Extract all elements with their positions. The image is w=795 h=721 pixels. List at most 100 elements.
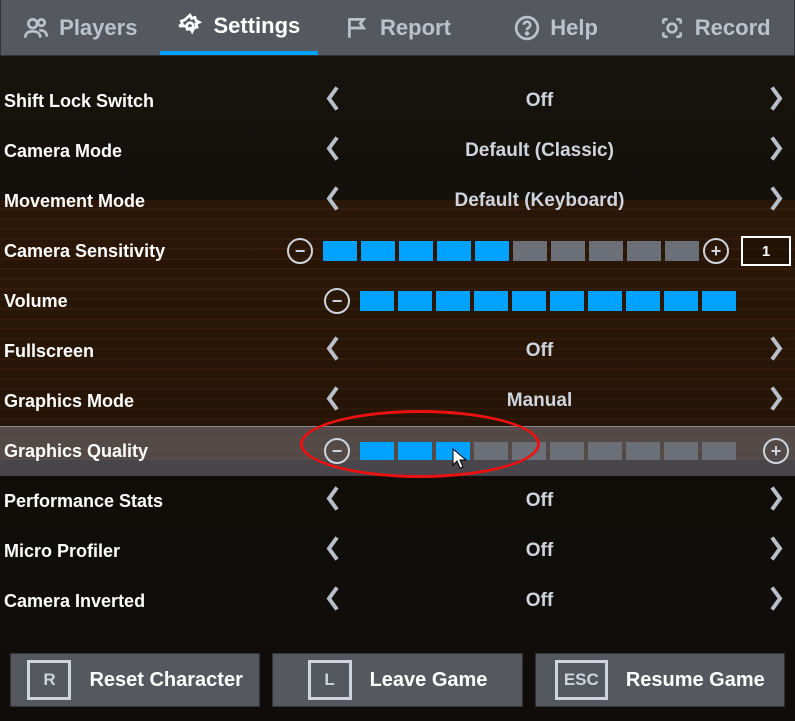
slider-tick[interactable] (588, 442, 622, 460)
minus-button[interactable]: − (324, 288, 350, 314)
slider-tick[interactable] (550, 291, 584, 311)
tab-label: Report (380, 15, 451, 41)
slider-tick[interactable] (360, 291, 394, 311)
slider-tick[interactable] (588, 291, 622, 311)
row-camera-sensitivity: Camera Sensitivity − + 1 (0, 226, 795, 276)
button-label: Resume Game (626, 669, 765, 692)
setting-value: Off (526, 540, 553, 562)
slider-tick[interactable] (437, 241, 471, 261)
chevron-right-icon[interactable] (767, 585, 785, 618)
button-label: Leave Game (370, 669, 488, 692)
slider-tick[interactable] (323, 241, 357, 261)
slider-graphics-quality[interactable] (360, 442, 736, 460)
flag-icon (344, 15, 370, 41)
tab-label: Help (550, 15, 598, 41)
chevron-right-icon[interactable] (767, 385, 785, 418)
setting-label: Micro Profiler (4, 541, 324, 562)
chevron-right-icon[interactable] (767, 485, 785, 518)
chevron-left-icon[interactable] (324, 335, 342, 368)
slider-tick[interactable] (664, 291, 698, 311)
slider-tick[interactable] (664, 442, 698, 460)
tab-label: Players (59, 15, 137, 41)
setting-value: Default (Classic) (465, 140, 614, 162)
tab-label: Settings (213, 13, 300, 39)
setting-label: Fullscreen (4, 341, 324, 362)
slider-tick[interactable] (627, 241, 661, 261)
tab-record[interactable]: Record (635, 0, 794, 55)
tab-label: Record (695, 15, 771, 41)
slider-tick[interactable] (512, 442, 546, 460)
leave-game-button[interactable]: L Leave Game (272, 653, 522, 707)
setting-label: Camera Mode (4, 141, 324, 162)
tab-help[interactable]: Help (477, 0, 636, 55)
slider-tick[interactable] (399, 241, 433, 261)
plus-button[interactable]: + (703, 238, 729, 264)
slider-tick[interactable] (550, 442, 584, 460)
chevron-left-icon[interactable] (324, 485, 342, 518)
slider-tick[interactable] (360, 442, 394, 460)
tab-report[interactable]: Report (318, 0, 477, 55)
setting-label: Graphics Quality (4, 441, 324, 462)
chevron-right-icon[interactable] (767, 535, 785, 568)
chevron-left-icon[interactable] (324, 85, 342, 118)
slider-tick[interactable] (398, 291, 432, 311)
slider-tick[interactable] (361, 241, 395, 261)
row-graphics-quality: Graphics Quality − + (0, 426, 795, 476)
question-icon (514, 15, 540, 41)
setting-value: Off (526, 90, 553, 112)
slider-tick[interactable] (589, 241, 623, 261)
setting-label: Performance Stats (4, 491, 324, 512)
slider-tick[interactable] (512, 291, 546, 311)
slider-tick[interactable] (475, 241, 509, 261)
slider-tick[interactable] (436, 291, 470, 311)
slider-tick[interactable] (702, 442, 736, 460)
chevron-left-icon[interactable] (324, 585, 342, 618)
setting-value: Default (Keyboard) (455, 190, 625, 212)
slider-tick[interactable] (436, 442, 470, 460)
minus-button[interactable]: − (287, 238, 313, 264)
tab-settings[interactable]: Settings (160, 0, 319, 55)
keycap: ESC (555, 660, 608, 700)
setting-label: Movement Mode (4, 191, 324, 212)
slider-tick[interactable] (626, 442, 660, 460)
settings-list: Shift Lock Switch Off Camera Mode Defaul… (0, 56, 795, 626)
slider-volume[interactable] (360, 291, 736, 311)
slider-camera-sensitivity[interactable] (323, 241, 699, 261)
chevron-left-icon[interactable] (324, 185, 342, 218)
slider-tick[interactable] (626, 291, 660, 311)
button-label: Reset Character (89, 669, 242, 692)
chevron-right-icon[interactable] (767, 85, 785, 118)
sensitivity-input[interactable]: 1 (741, 236, 791, 266)
players-icon (23, 15, 49, 41)
tab-players[interactable]: Players (1, 0, 160, 55)
slider-tick[interactable] (665, 241, 699, 261)
plus-button[interactable]: + (763, 438, 789, 464)
chevron-left-icon[interactable] (324, 135, 342, 168)
slider-tick[interactable] (474, 442, 508, 460)
slider-tick[interactable] (513, 241, 547, 261)
chevron-left-icon[interactable] (324, 385, 342, 418)
slider-tick[interactable] (398, 442, 432, 460)
minus-button[interactable]: − (324, 438, 350, 464)
chevron-right-icon[interactable] (767, 135, 785, 168)
row-shift-lock: Shift Lock Switch Off (0, 76, 795, 126)
slider-tick[interactable] (474, 291, 508, 311)
row-volume: Volume − (0, 276, 795, 326)
keycap: R (27, 660, 71, 700)
slider-tick[interactable] (702, 291, 736, 311)
resume-game-button[interactable]: ESC Resume Game (535, 653, 785, 707)
row-fullscreen: Fullscreen Off (0, 326, 795, 376)
tab-bar: Players Settings Report Help Record (0, 0, 795, 56)
reset-character-button[interactable]: R Reset Character (10, 653, 260, 707)
row-movement-mode: Movement Mode Default (Keyboard) (0, 176, 795, 226)
chevron-right-icon[interactable] (767, 335, 785, 368)
slider-tick[interactable] (551, 241, 585, 261)
setting-label: Shift Lock Switch (4, 91, 324, 112)
footer-actions: R Reset Character L Leave Game ESC Resum… (0, 643, 795, 721)
setting-value: Off (526, 340, 553, 362)
chevron-left-icon[interactable] (324, 535, 342, 568)
row-micro-profiler: Micro Profiler Off (0, 526, 795, 576)
setting-value: Manual (507, 390, 572, 412)
chevron-right-icon[interactable] (767, 185, 785, 218)
record-icon (659, 15, 685, 41)
